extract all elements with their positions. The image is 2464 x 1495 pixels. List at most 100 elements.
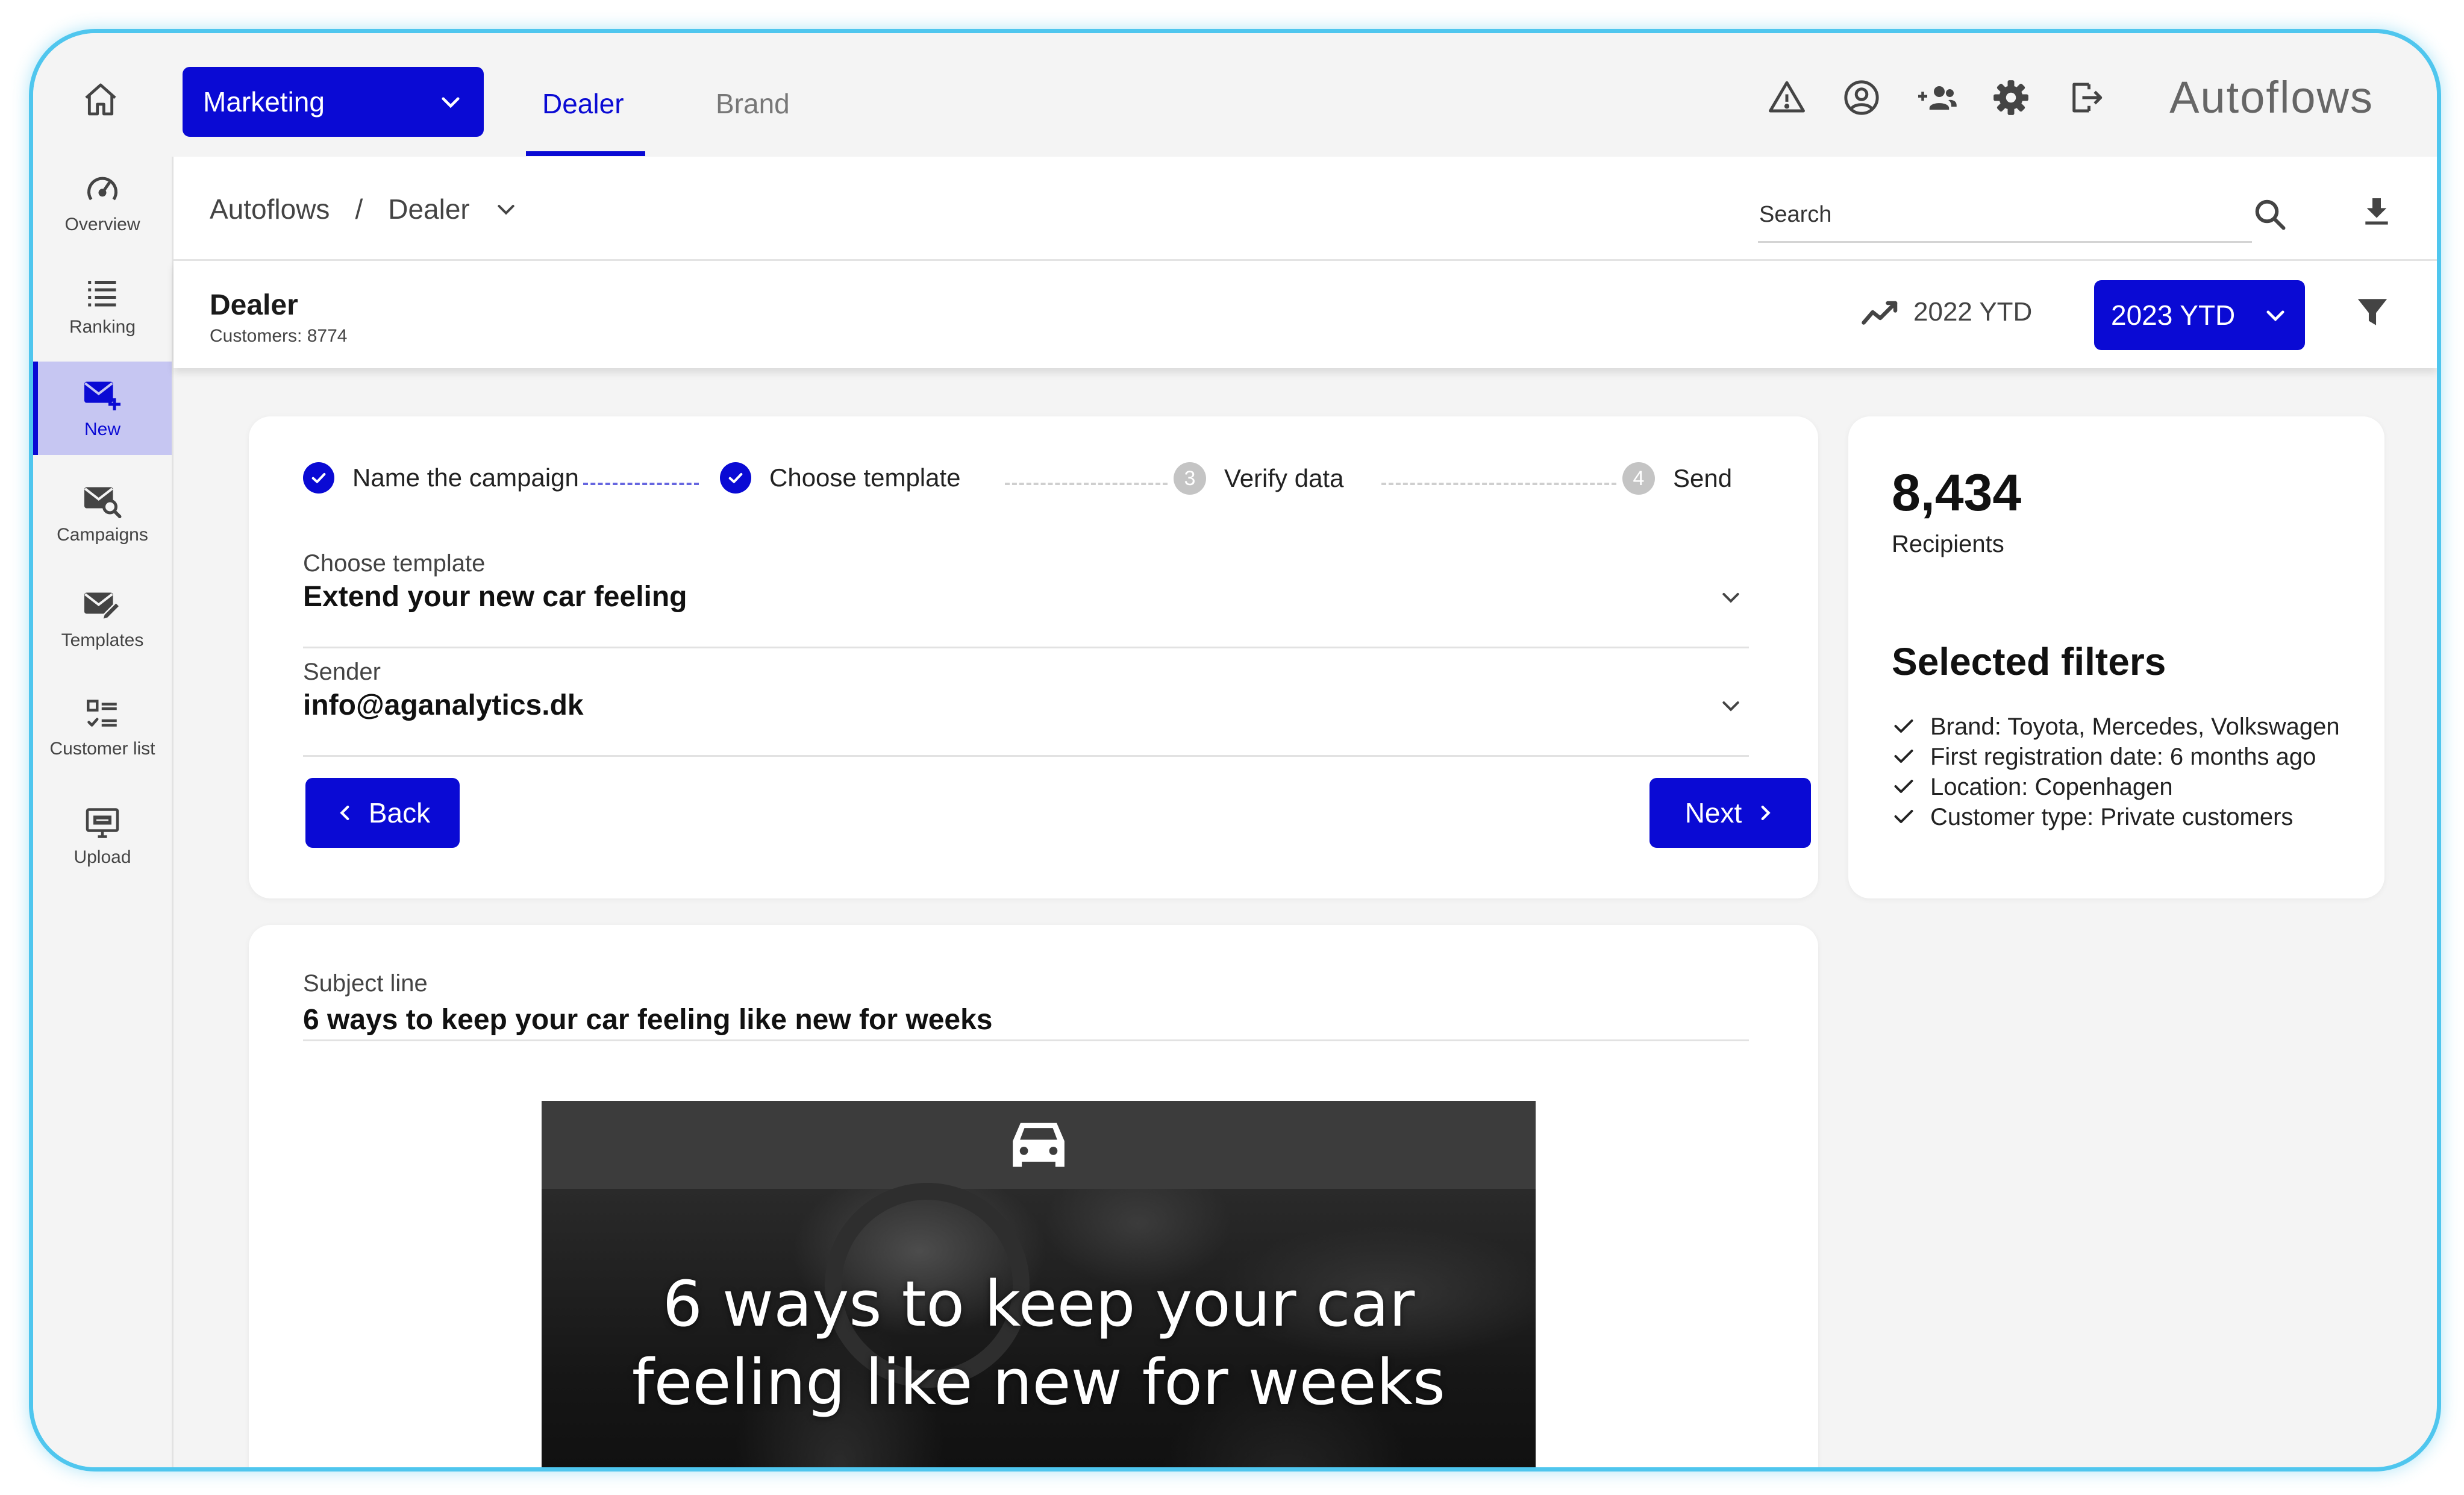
sender-select[interactable]: Sender info@aganalytics.dk: [303, 659, 1749, 757]
step-label: Choose template: [769, 463, 961, 492]
search-icon[interactable]: [2252, 196, 2288, 233]
tab-dealer[interactable]: Dealer: [542, 87, 624, 120]
sidebar-item-overview[interactable]: Overview: [33, 157, 172, 250]
department-select-value: Marketing: [203, 86, 325, 118]
active-tab-indicator: [526, 151, 645, 156]
sidebar-item-label: New: [84, 419, 120, 439]
step-number: 3: [1174, 462, 1206, 495]
sidebar-item-upload[interactable]: Upload: [33, 789, 172, 883]
sidebar-item-new[interactable]: New: [33, 362, 172, 455]
chevron-down-icon: [442, 97, 460, 108]
tab-brand[interactable]: Brand: [716, 87, 790, 120]
alerts-button[interactable]: [1766, 77, 1808, 119]
mail-plus-icon: [84, 381, 120, 410]
breadcrumb-separator: /: [355, 193, 363, 225]
search-box: [1758, 193, 2286, 243]
mail-search-icon: [84, 487, 122, 518]
selected-filters-list: Brand: Toyota, Mercedes, Volkswagen Firs…: [1892, 712, 2362, 832]
account-button[interactable]: [1840, 77, 1883, 119]
breadcrumb-current[interactable]: Dealer: [388, 193, 470, 225]
top-bar: Marketing Dealer Brand Autoflows: [33, 33, 2437, 158]
breadcrumb-bar: Autoflows / Dealer: [174, 157, 2437, 261]
sidebar-item-label: Upload: [73, 847, 131, 867]
step-verify-data[interactable]: 3 Verify data: [1174, 462, 1343, 495]
speedometer-icon: [87, 177, 117, 200]
email-header: [542, 1101, 1536, 1189]
sidebar-item-label: Campaigns: [57, 524, 148, 545]
step-label: Send: [1673, 464, 1733, 492]
sidebar-item-ranking[interactable]: Ranking: [33, 259, 172, 353]
logout-icon: [2072, 83, 2103, 112]
selected-filters-title: Selected filters: [1892, 640, 2166, 683]
back-button[interactable]: Back: [305, 778, 460, 848]
chevron-down-icon: [1722, 593, 1739, 603]
search-input[interactable]: [1758, 201, 2170, 228]
chevron-down-icon: [2266, 310, 2284, 322]
chevron-down-icon: [1722, 701, 1739, 712]
filter-item: Brand: Toyota, Mercedes, Volkswagen: [1892, 712, 2362, 742]
settings-button[interactable]: [1990, 77, 2032, 119]
download-icon[interactable]: [2360, 193, 2394, 229]
sidebar-item-templates[interactable]: Templates: [33, 572, 172, 666]
step-send[interactable]: 4 Send: [1622, 462, 1732, 495]
sidebar: Overview Ranking New Campaigns Templates…: [33, 157, 174, 1467]
car-icon: [1013, 1123, 1065, 1167]
back-button-label: Back: [368, 797, 431, 829]
warning-icon: [1769, 81, 1806, 112]
template-select-value: Extend your new car feeling: [303, 581, 687, 613]
add-users-icon: [1918, 86, 1957, 110]
sidebar-item-customer-list[interactable]: Customer list: [33, 681, 172, 774]
wizard-stepper: Name the campaign Choose template 3 Veri…: [303, 462, 1749, 504]
breadcrumb: Autoflows / Dealer: [210, 193, 518, 225]
app-window: Marketing Dealer Brand Autoflows Overvie…: [29, 29, 2441, 1471]
account-icon: [1844, 80, 1879, 115]
sidebar-item-label: Overview: [64, 214, 140, 234]
step-number: 4: [1622, 462, 1655, 495]
compare-period[interactable]: 2022 YTD: [1860, 297, 2032, 327]
manage-users-button[interactable]: [1915, 77, 1957, 119]
recipients-summary-card: 8,434 Recipients Selected filters Brand:…: [1848, 416, 2384, 898]
chevron-right-icon: [1761, 805, 1771, 821]
period-select[interactable]: 2023 YTD: [2094, 280, 2305, 350]
subject-line-label: Subject line: [303, 970, 428, 997]
filter-item-text: First registration date: 6 months ago: [1930, 744, 2316, 770]
recipients-count: 8,434: [1892, 464, 2022, 522]
email-preview: 6 ways to keep your car feeling like new…: [542, 1101, 1536, 1467]
department-select[interactable]: Marketing: [183, 67, 484, 137]
campaign-wizard-card: Name the campaign Choose template 3 Veri…: [249, 416, 1818, 898]
check-circle-icon: [720, 462, 751, 494]
next-button[interactable]: Next: [1649, 778, 1811, 848]
chevron-left-icon: [340, 805, 349, 821]
filter-item: First registration date: 6 months ago: [1892, 742, 2362, 772]
filter-item-text: Brand: Toyota, Mercedes, Volkswagen: [1930, 713, 2340, 740]
subject-line-value: 6 ways to keep your car feeling like new…: [303, 1004, 993, 1036]
step-choose-template[interactable]: Choose template: [720, 462, 961, 494]
sidebar-item-campaigns[interactable]: Campaigns: [33, 467, 172, 560]
recipients-label: Recipients: [1892, 531, 2004, 557]
monitor-upload-icon: [86, 807, 119, 838]
home-icon: [85, 83, 116, 116]
customer-count: Customers: 8774: [210, 326, 348, 346]
filter-icon[interactable]: [2355, 293, 2390, 331]
check-circle-icon: [303, 462, 334, 494]
sender-select-value: info@aganalytics.dk: [303, 689, 584, 721]
template-select[interactable]: Choose template Extend your new car feel…: [303, 550, 1749, 648]
check-icon: [1894, 810, 1913, 823]
home-button[interactable]: [70, 69, 131, 130]
next-button-label: Next: [1684, 797, 1742, 829]
filter-item-text: Location: Copenhagen: [1930, 774, 2173, 800]
sender-select-label: Sender: [303, 659, 381, 685]
gear-icon: [1993, 80, 2029, 115]
chevron-down-icon[interactable]: [494, 197, 518, 221]
check-icon: [1894, 780, 1913, 793]
template-select-label: Choose template: [303, 550, 486, 577]
check-icon: [1894, 750, 1913, 763]
page-title: Dealer: [210, 289, 298, 321]
email-headline-line: feeling like new for weeks: [631, 1346, 1446, 1419]
logout-button[interactable]: [2065, 77, 2107, 119]
breadcrumb-root[interactable]: Autoflows: [210, 193, 330, 225]
subject-line-field[interactable]: Subject line 6 ways to keep your car fee…: [303, 970, 1749, 1041]
step-name-campaign[interactable]: Name the campaign: [303, 462, 579, 494]
period-select-value: 2023 YTD: [2111, 299, 2236, 331]
mail-edit-icon: [84, 592, 121, 621]
